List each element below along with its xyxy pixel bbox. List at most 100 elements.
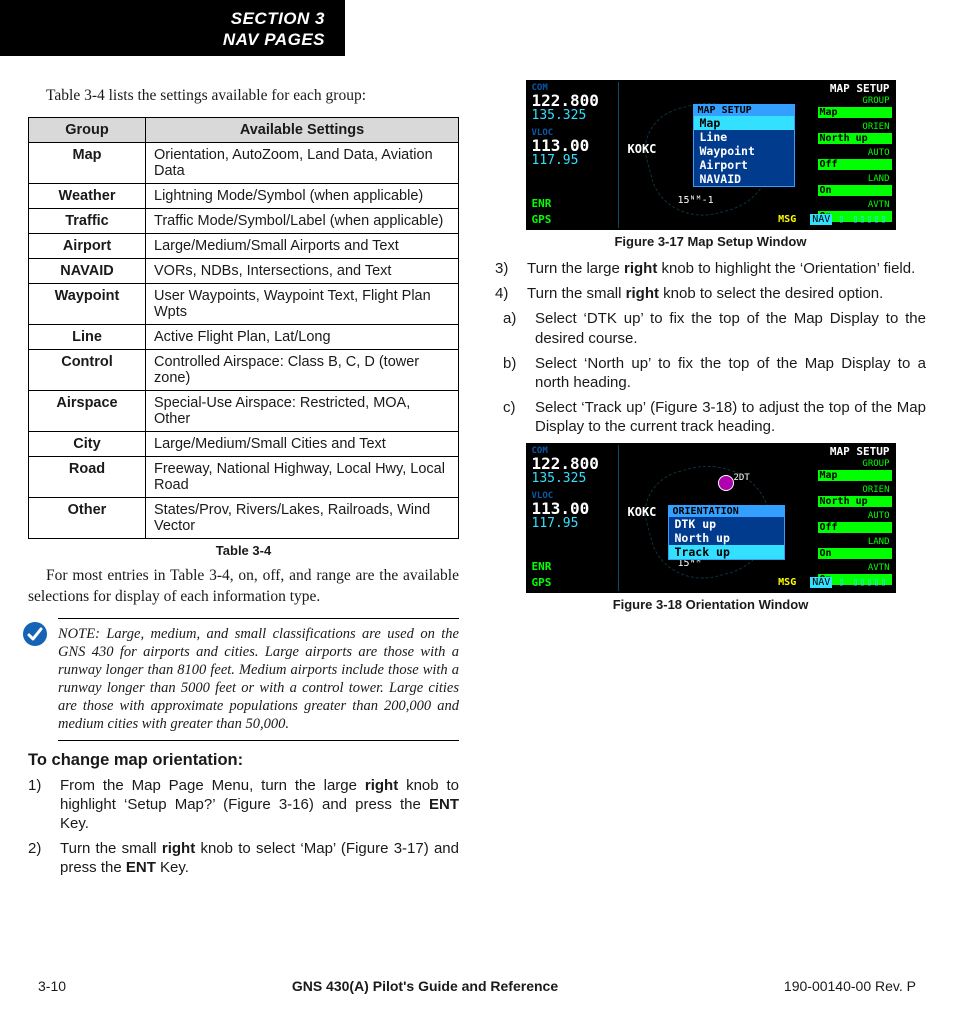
waypoint-label: KOKC [628,505,657,519]
gns-screen-18: COM 122.800 135.325 VLOC 113.00 117.95 E… [526,443,896,593]
table-cell-settings: Controlled Airspace: Class B, C, D (towe… [146,349,459,390]
footer-title: GNS 430(A) Pilot's Guide and Reference [292,978,558,994]
figure-17-caption: Figure 3-17 Map Setup Window [495,234,926,249]
table-cell-settings: Orientation, AutoZoom, Land Data, Aviati… [146,142,459,183]
vloc-standby: 117.95 [528,517,618,531]
table-cell-group: City [29,431,146,456]
waypoint-label: KOKC [628,142,657,156]
table-cell-group: NAVAID [29,258,146,283]
popup-item: Airport [694,158,794,172]
steps-list: 1) From the Map Page Menu, turn the larg… [28,776,459,878]
section-header-tab: SECTION 3 NAV PAGES [0,0,345,56]
page-footer: 3-10 GNS 430(A) Pilot's Guide and Refere… [0,978,954,994]
table-cell-group: Airspace [29,390,146,431]
step-4: Turn the small right knob to select the … [527,284,883,303]
intro-paragraph: Table 3-4 lists the settings available f… [28,86,459,107]
step-number: 2) [28,839,60,877]
popup-item: Line [694,130,794,144]
bottom-status-bar: MSG NAV ▯ ▯▯▯▯▯ [620,577,894,591]
table-row: NAVAIDVORs, NDBs, Intersections, and Tex… [29,258,459,283]
popup-item: DTK up [669,517,784,531]
step-4b: Select ‘North up’ to fix the top of the … [535,354,926,392]
note-block: NOTE: Large, medium, and small classific… [58,618,459,741]
com-standby: 135.325 [528,109,618,123]
com-active: 122.800 [528,93,618,109]
table-cell-group: Control [29,349,146,390]
bottom-status-bar: MSG NAV ▯ ▯▯▯▯▯ [620,214,894,228]
table-cell-settings: Traffic Mode/Symbol/Label (when applicab… [146,208,459,233]
table-caption: Table 3-4 [28,543,459,558]
popup-item: NAVAID [694,172,794,186]
substep-letter: a) [503,309,535,347]
figure-3-17: COM 122.800 135.325 VLOC 113.00 117.95 E… [495,80,926,249]
table-cell-settings: User Waypoints, Waypoint Text, Flight Pl… [146,283,459,324]
com-active: 122.800 [528,456,618,472]
table-row: AirportLarge/Medium/Small Airports and T… [29,233,459,258]
procedure-heading: To change map orientation: [28,751,459,770]
table-header-group: Group [29,117,146,142]
gps-indicator: GPS [532,213,552,226]
settings-table: Group Available Settings MapOrientation,… [28,117,459,539]
table-row: AirspaceSpecial-Use Airspace: Restricted… [29,390,459,431]
table-cell-settings: Special-Use Airspace: Restricted, MOA, O… [146,390,459,431]
screen-title: MAP SETUP [620,445,894,459]
figure-18-caption: Figure 3-18 Orientation Window [495,597,926,612]
table-cell-group: Map [29,142,146,183]
table-row: LineActive Flight Plan, Lat/Long [29,324,459,349]
gps-indicator: GPS [532,576,552,589]
footer-doc-rev: 190-00140-00 Rev. P [784,978,916,994]
enr-indicator: ENR [532,197,552,210]
note-icon [22,621,48,647]
step-2: Turn the small right knob to select ‘Map… [60,839,459,877]
table-cell-settings: States/Prov, Rivers/Lakes, Railroads, Wi… [146,497,459,538]
step-3: Turn the large right knob to highlight t… [527,259,915,278]
table-cell-group: Waypoint [29,283,146,324]
substep-letter: b) [503,354,535,392]
table-row: OtherStates/Prov, Rivers/Lakes, Railroad… [29,497,459,538]
table-cell-settings: Large/Medium/Small Airports and Text [146,233,459,258]
table-row: MapOrientation, AutoZoom, Land Data, Avi… [29,142,459,183]
map-setup-popup: MAP SETUP Map Line Waypoint Airport NAVA… [693,104,795,187]
cursor-icon [718,475,734,491]
steps-list-cont: 3) Turn the large right knob to highligh… [495,259,926,437]
cursor-label: 2DT [734,473,750,483]
popup-item: North up [669,531,784,545]
popup-item: Track up [669,545,784,559]
screen-title: MAP SETUP [620,82,894,96]
popup-item: Waypoint [694,144,794,158]
table-cell-settings: Freeway, National Highway, Local Hwy, Lo… [146,456,459,497]
table-row: ControlControlled Airspace: Class B, C, … [29,349,459,390]
page-body: Table 3-4 lists the settings available f… [0,80,954,960]
table-cell-settings: Lightning Mode/Symbol (when applicable) [146,183,459,208]
table-cell-settings: VORs, NDBs, Intersections, and Text [146,258,459,283]
footer-page-number: 3-10 [38,978,66,994]
enr-indicator: ENR [532,560,552,573]
orientation-popup: ORIENTATION DTK up North up Track up [668,505,785,560]
table-row: RoadFreeway, National Highway, Local Hwy… [29,456,459,497]
table-row: WeatherLightning Mode/Symbol (when appli… [29,183,459,208]
step-number: 3) [495,259,527,278]
popup-title: ORIENTATION [669,506,784,517]
popup-title: MAP SETUP [694,105,794,116]
substep-letter: c) [503,398,535,436]
table-row: TrafficTraffic Mode/Symbol/Label (when a… [29,208,459,233]
table-cell-settings: Large/Medium/Small Cities and Text [146,431,459,456]
note-text: NOTE: Large, medium, and small classific… [58,626,459,733]
vloc-active: 113.00 [528,138,618,154]
section-line2: NAV PAGES [20,29,325,50]
settings-panel: GROUPMap ORIENNorth up AUTOOff LANDOn AV… [784,96,894,226]
step-4c: Select ‘Track up’ (Figure 3-18) to adjus… [535,398,926,436]
step-number: 4) [495,284,527,303]
step-4a: Select ‘DTK up’ to fix the top of the Ma… [535,309,926,347]
after-table-paragraph: For most entries in Table 3-4, on, off, … [28,566,459,608]
table-cell-group: Line [29,324,146,349]
vloc-standby: 117.95 [528,154,618,168]
table-header-settings: Available Settings [146,117,459,142]
table-row: CityLarge/Medium/Small Cities and Text [29,431,459,456]
table-cell-group: Other [29,497,146,538]
com-standby: 135.325 [528,472,618,486]
step-number: 1) [28,776,60,834]
table-cell-group: Airport [29,233,146,258]
table-cell-settings: Active Flight Plan, Lat/Long [146,324,459,349]
settings-panel: GROUPMap ORIENNorth up AUTOOff LANDOn AV… [784,459,894,589]
